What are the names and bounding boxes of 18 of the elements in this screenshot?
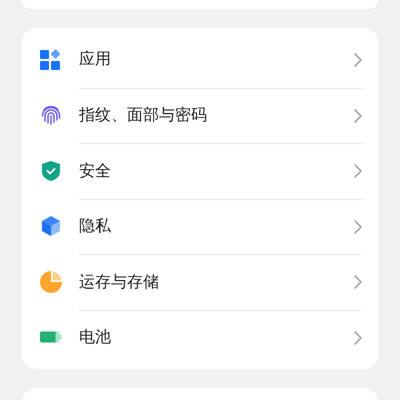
settings-item[interactable]: 隐私 [22,198,378,254]
pie-chart-icon [40,270,62,293]
chevron-right-icon [354,220,362,234]
chevron-right-icon [354,164,362,178]
settings-item[interactable]: 安全 [22,143,378,198]
settings-item[interactable]: 运存与存储 [22,254,378,310]
shield-check-icon [40,160,62,182]
cube-icon [40,215,62,238]
battery-icon [40,331,62,344]
chevron-right-icon [354,108,362,123]
grid-icon [40,48,62,71]
chevron-right-icon [354,275,362,290]
settings-item[interactable]: 应用 [22,32,378,88]
settings-item[interactable]: 指纹、面部与密码 [22,88,378,143]
chevron-right-icon [354,330,362,345]
fingerprint-icon [40,104,62,126]
settings-item[interactable]: 电池 [22,310,378,365]
chevron-right-icon [354,52,362,67]
